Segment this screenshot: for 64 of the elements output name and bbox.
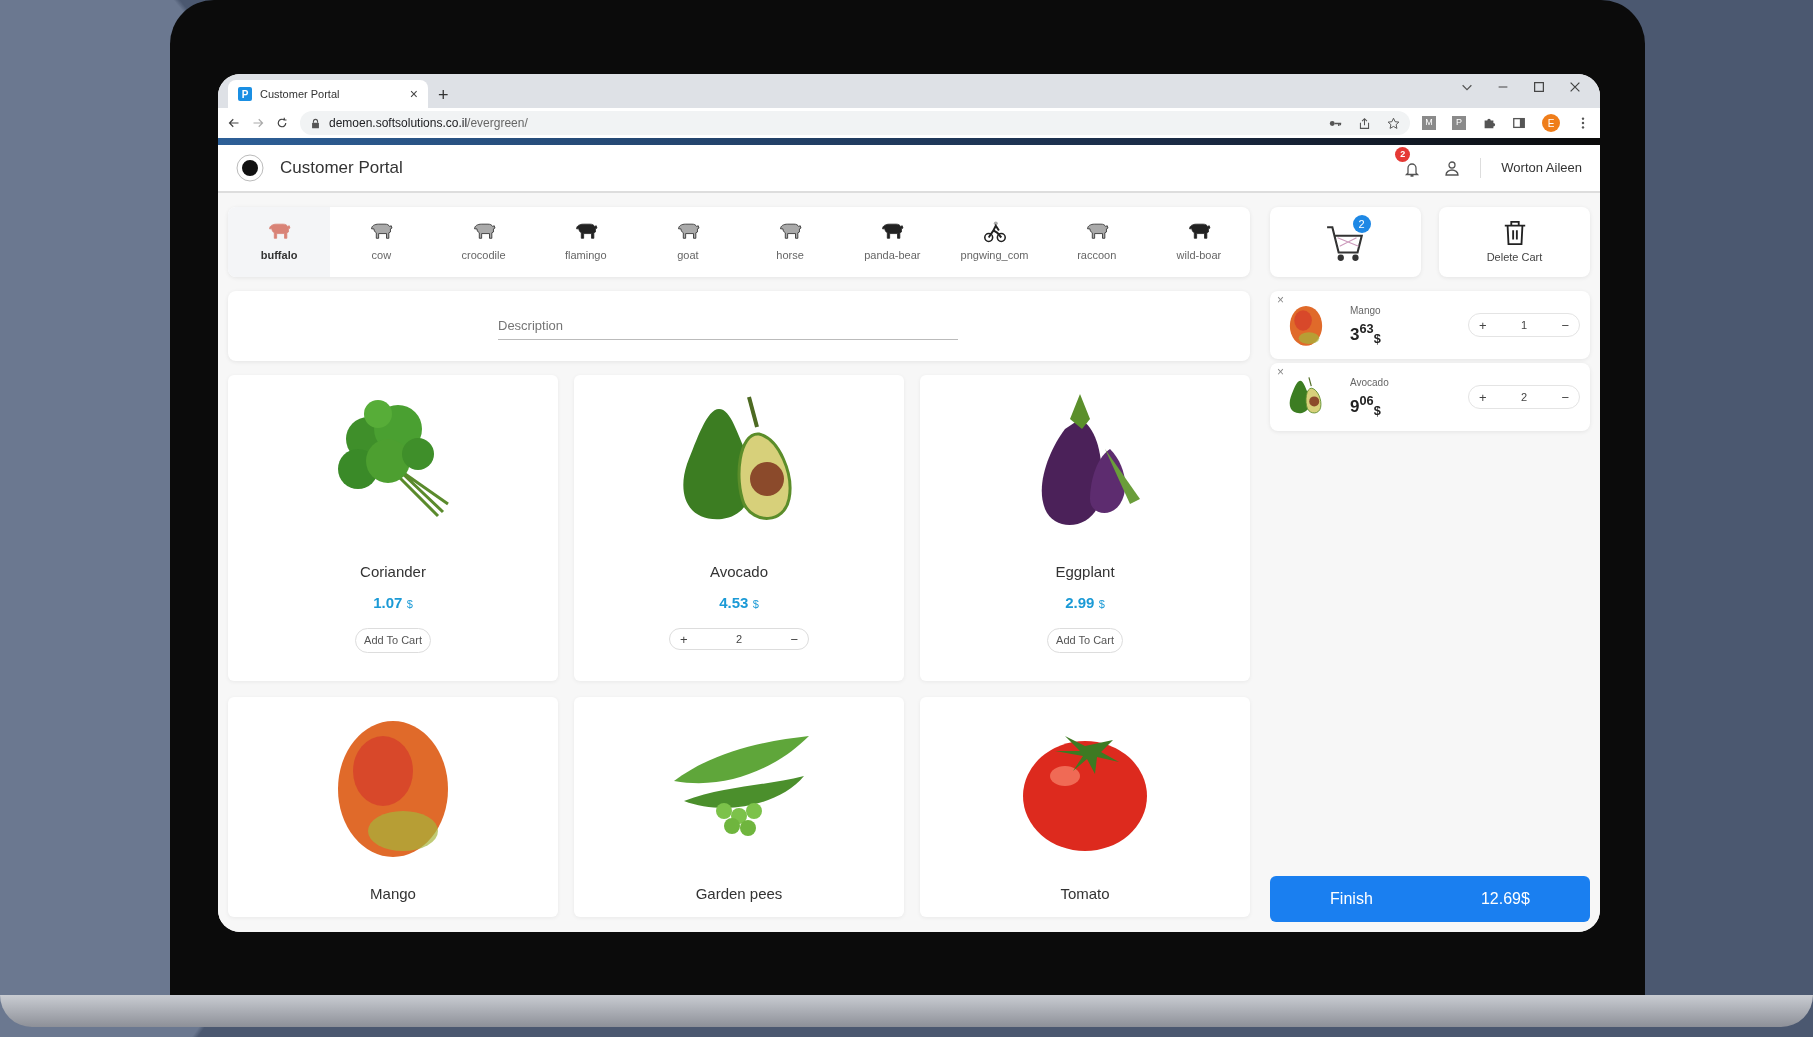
add-to-cart-button[interactable]: Add To Cart <box>1047 628 1123 653</box>
finish-button[interactable]: Finish 12.69$ <box>1270 876 1590 922</box>
puzzle-icon[interactable] <box>1482 116 1496 130</box>
product-name: Mango <box>370 884 416 904</box>
cart-button[interactable]: 2 <box>1270 207 1421 277</box>
cart-item-name: Mango <box>1350 303 1381 318</box>
product-name: Garden pees <box>695 884 783 904</box>
reload-icon[interactable] <box>276 116 288 130</box>
cyclist-icon <box>981 220 1008 243</box>
category-tab[interactable]: crocodile <box>432 207 535 277</box>
notification-badge: 2 <box>1395 147 1411 162</box>
user-name[interactable]: Worton Aileen <box>1480 158 1582 178</box>
star-icon[interactable] <box>1387 116 1400 130</box>
product-price: 1.07 $ <box>373 592 413 613</box>
extension-icon[interactable]: P <box>1452 116 1466 130</box>
description-field[interactable]: Description <box>498 311 958 341</box>
maximize-icon[interactable] <box>1532 80 1546 94</box>
category-tab[interactable]: horse <box>739 207 842 277</box>
lock-icon <box>310 117 321 129</box>
tab-title: Customer Portal <box>260 86 340 102</box>
close-icon[interactable] <box>1568 80 1582 94</box>
quantity-value: 1 <box>1520 317 1528 333</box>
remove-button[interactable]: × <box>1277 294 1284 306</box>
delete-cart-button[interactable]: Delete Cart <box>1439 207 1590 277</box>
quantity-value: 2 <box>735 631 743 647</box>
address-bar[interactable]: demoen.softsolutions.co.il/evergreen/ <box>300 111 1410 135</box>
extension-icon[interactable]: M <box>1422 116 1436 130</box>
category-tab[interactable]: panda-bear <box>841 207 944 277</box>
category-tab[interactable]: goat <box>636 207 739 277</box>
category-tab[interactable]: flamingo <box>534 207 637 277</box>
remove-button[interactable]: × <box>1277 366 1284 378</box>
add-to-cart-button[interactable]: Add To Cart <box>355 628 431 653</box>
tab-close-button[interactable]: × <box>409 87 418 101</box>
category-tab[interactable]: raccoon <box>1045 207 1148 277</box>
category-tab[interactable]: buffalo <box>228 207 331 277</box>
user-icon[interactable] <box>1444 160 1461 176</box>
plus-button[interactable]: + <box>1477 390 1489 404</box>
product-name: Eggplant <box>1055 562 1115 582</box>
quantity-value: 2 <box>1520 389 1528 405</box>
product-price: 2.99 $ <box>1065 592 1105 613</box>
category-tab[interactable]: wild-boar <box>1147 207 1251 277</box>
back-icon[interactable] <box>228 116 240 130</box>
minus-button[interactable]: − <box>1559 318 1571 332</box>
cart-count-badge: 2 <box>1352 215 1371 233</box>
side-panel-icon[interactable] <box>1512 116 1526 130</box>
notification-bell-icon[interactable] <box>1404 160 1421 177</box>
product-name: Coriander <box>360 562 426 582</box>
new-tab-button[interactable]: + <box>438 86 449 104</box>
cart-item-name: Avocado <box>1350 375 1389 390</box>
favicon: P <box>238 87 252 101</box>
product-name: Avocado <box>709 562 769 582</box>
plus-button[interactable]: + <box>678 632 690 646</box>
product-price: 4.53 $ <box>719 592 759 613</box>
minus-button[interactable]: − <box>788 632 800 646</box>
plus-button[interactable]: + <box>1477 318 1489 332</box>
product-name: Tomato <box>1060 884 1110 904</box>
app-title: Customer Portal <box>280 157 403 180</box>
url-text: demoen.softsolutions.co.il/evergreen/ <box>329 115 528 132</box>
logo-icon <box>236 154 264 182</box>
category-tab[interactable]: cow <box>330 207 433 277</box>
minus-button[interactable]: − <box>1559 390 1571 404</box>
category-tab[interactable]: pngwing_com <box>943 207 1046 277</box>
share-icon[interactable] <box>1358 116 1371 130</box>
browser-tab[interactable]: P Customer Portal × <box>228 80 428 108</box>
